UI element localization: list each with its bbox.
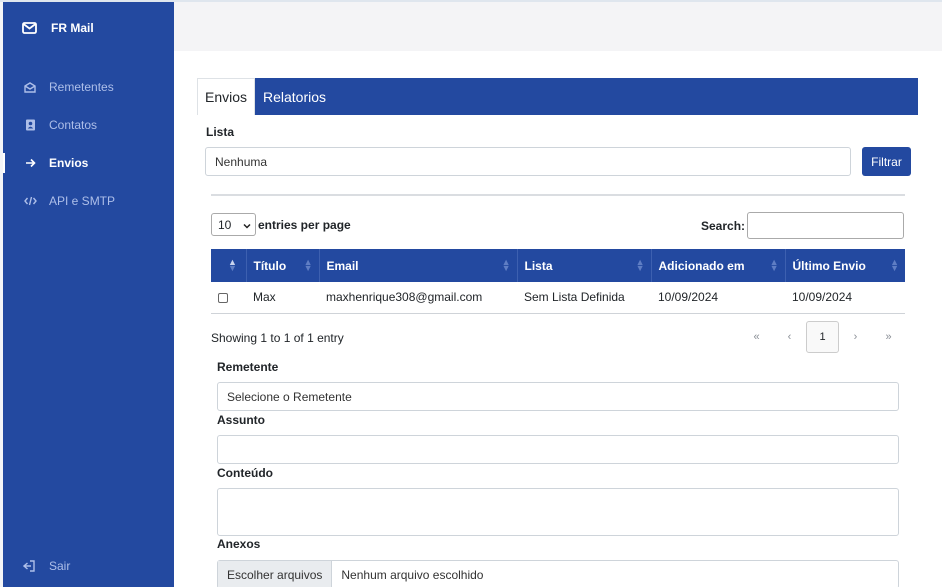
envelope-open-icon bbox=[23, 80, 37, 94]
logout-label: Sair bbox=[49, 559, 71, 573]
sort-icon: ▲ ▼ bbox=[228, 257, 237, 273]
remetente-label: Remetente bbox=[217, 360, 279, 374]
chevron-down-icon bbox=[243, 218, 251, 232]
sort-icon: ▲ ▼ bbox=[890, 257, 899, 273]
header-email[interactable]: Email ▲ ▼ bbox=[319, 249, 518, 282]
header-titulo[interactable]: Título ▲ ▼ bbox=[246, 249, 320, 282]
sidebar-nav: Remetentes Contatos Envios API e SMTP bbox=[3, 68, 174, 220]
sidebar-item-envios[interactable]: Envios bbox=[3, 144, 174, 182]
arrow-right-icon bbox=[23, 156, 37, 170]
header-adicionado[interactable]: Adicionado em ▲ ▼ bbox=[651, 249, 786, 282]
sort-icon: ▲ ▼ bbox=[501, 257, 511, 273]
select-all-header[interactable]: ▲ ▼ bbox=[211, 249, 247, 282]
conteudo-label: Conteúdo bbox=[217, 466, 273, 480]
sidebar-item-remetentes[interactable]: Remetentes bbox=[3, 68, 174, 106]
sidebar-item-label: Envios bbox=[49, 156, 89, 170]
tab-relatorios[interactable]: Relatorios bbox=[263, 78, 326, 115]
search-input[interactable] bbox=[747, 212, 904, 239]
lista-select[interactable]: Nenhuma bbox=[205, 147, 851, 176]
cell-lista: Sem Lista Definida bbox=[524, 290, 625, 305]
code-icon bbox=[23, 194, 37, 208]
anexos-file-input[interactable]: Escolher arquivos Nenhum arquivo escolhi… bbox=[217, 560, 899, 587]
per-page-value: 10 bbox=[218, 217, 232, 232]
sidebar-item-label: API e SMTP bbox=[49, 194, 116, 208]
conteudo-textarea[interactable] bbox=[217, 488, 899, 536]
cell-ultimo-envio: 10/09/2024 bbox=[792, 290, 853, 305]
sidebar-item-contatos[interactable]: Contatos bbox=[3, 106, 174, 144]
header-ultimo-envio[interactable]: Último Envio ▲ ▼ bbox=[785, 249, 905, 282]
sidebar-item-label: Contatos bbox=[49, 118, 98, 132]
contacts-table: ▲ ▼ Título ▲ ▼ Email ▲ ▼ Lista ▲ ▼ Adicionado e… bbox=[211, 249, 905, 314]
sidebar: FR Mail Remetentes Contatos Envios API e… bbox=[3, 2, 174, 587]
sort-icon: ▲ ▼ bbox=[635, 257, 645, 273]
anexos-label: Anexos bbox=[217, 537, 261, 551]
entries-control: 10 entries per page bbox=[211, 213, 351, 236]
top-bar bbox=[174, 2, 942, 51]
mail-icon bbox=[22, 22, 37, 34]
pager-first[interactable]: « bbox=[740, 321, 773, 353]
pager-current[interactable]: 1 bbox=[806, 321, 839, 353]
tab-envios[interactable]: Envios bbox=[197, 78, 255, 115]
lista-label: Lista bbox=[206, 125, 235, 139]
brand-name: FR Mail bbox=[51, 21, 94, 35]
brand[interactable]: FR Mail bbox=[22, 21, 94, 35]
assunto-label: Assunto bbox=[217, 413, 265, 427]
filtrar-button[interactable]: Filtrar bbox=[862, 147, 911, 176]
sign-out-icon bbox=[23, 560, 35, 572]
per-page-label: entries per page bbox=[258, 217, 351, 232]
pager-prev[interactable]: ‹ bbox=[773, 321, 806, 353]
envios-card: Envios Relatorios Lista Nenhuma Filtrar … bbox=[197, 78, 918, 587]
search-label: Search: bbox=[701, 219, 746, 233]
sort-icon: ▲ ▼ bbox=[769, 257, 779, 273]
cell-adicionado: 10/09/2024 bbox=[658, 290, 719, 305]
logout-link[interactable]: Sair bbox=[23, 559, 70, 573]
main-content: Envios Relatorios Lista Nenhuma Filtrar … bbox=[174, 51, 942, 587]
tab-bar: Envios Relatorios bbox=[197, 78, 918, 115]
row-checkbox[interactable] bbox=[218, 293, 228, 304]
per-page-select[interactable]: 10 bbox=[211, 213, 256, 236]
assunto-input[interactable] bbox=[217, 435, 899, 464]
cell-email: maxhenrique308@gmail.com bbox=[326, 290, 483, 305]
pager-next[interactable]: › bbox=[839, 321, 872, 353]
table-info: Showing 1 to 1 of 1 entry bbox=[211, 331, 344, 345]
pagination: « ‹ 1 › » bbox=[740, 321, 905, 353]
table-header: ▲ ▼ Título ▲ ▼ Email ▲ ▼ Lista ▲ ▼ Adicionado e… bbox=[211, 249, 905, 282]
sort-icon: ▲ ▼ bbox=[303, 257, 313, 273]
sidebar-item-api-smtp[interactable]: API e SMTP bbox=[3, 182, 174, 220]
divider bbox=[211, 194, 905, 196]
cell-titulo: Max bbox=[253, 290, 276, 305]
choose-files-button[interactable]: Escolher arquivos bbox=[218, 561, 333, 587]
table-row: Max maxhenrique308@gmail.com Sem Lista D… bbox=[211, 282, 905, 313]
sidebar-item-label: Remetentes bbox=[49, 80, 114, 94]
header-lista[interactable]: Lista ▲ ▼ bbox=[517, 249, 652, 282]
pager-last[interactable]: » bbox=[872, 321, 905, 353]
file-status: Nenhum arquivo escolhido bbox=[341, 567, 484, 582]
address-book-icon bbox=[23, 118, 37, 132]
remetente-select[interactable]: Selecione o Remetente bbox=[217, 382, 899, 411]
